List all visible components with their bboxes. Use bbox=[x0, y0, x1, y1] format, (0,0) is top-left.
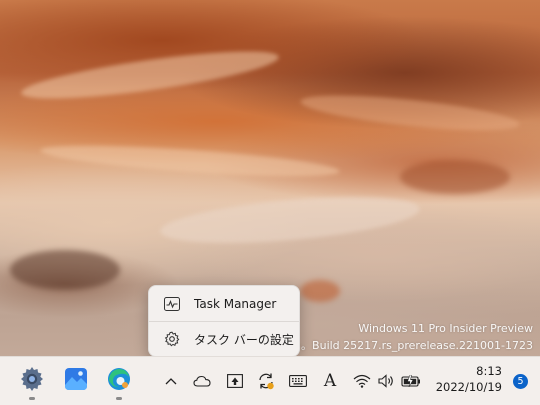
task-manager-icon bbox=[163, 295, 181, 313]
menu-item-label: タスク バーの設定 bbox=[194, 332, 294, 347]
menu-item-label: Task Manager bbox=[194, 297, 277, 311]
taskbar-app-settings[interactable] bbox=[16, 365, 48, 400]
taskbar: A 8:13 2022/10/19 5 bbox=[0, 356, 540, 405]
menu-item-task-manager[interactable]: Task Manager bbox=[153, 289, 295, 319]
keyboard-icon[interactable] bbox=[287, 371, 309, 391]
wifi-icon[interactable] bbox=[351, 371, 373, 391]
sync-icon[interactable] bbox=[255, 371, 277, 391]
notification-badge[interactable]: 5 bbox=[513, 374, 528, 389]
edge-icon bbox=[106, 366, 132, 396]
taskbar-app-photos[interactable] bbox=[60, 365, 92, 397]
settings-gear-icon bbox=[19, 366, 45, 396]
ime-a-icon[interactable]: A bbox=[319, 371, 341, 391]
taskbar-context-menu: Task Manager タスク バーの設定 bbox=[148, 285, 300, 357]
taskbar-app-edge[interactable] bbox=[103, 365, 135, 400]
ime-mode-label: A bbox=[323, 371, 337, 391]
menu-separator bbox=[149, 321, 299, 322]
onedrive-cloud-icon[interactable] bbox=[191, 371, 213, 391]
clock-date: 2022/10/19 bbox=[435, 380, 502, 394]
chevron-up-icon[interactable] bbox=[160, 371, 182, 391]
clock[interactable]: 8:13 2022/10/19 bbox=[436, 363, 502, 395]
clock-time: 8:13 bbox=[476, 364, 502, 378]
running-indicator bbox=[29, 397, 35, 400]
battery-icon[interactable] bbox=[400, 371, 422, 391]
upload-icon[interactable] bbox=[224, 371, 246, 391]
photos-icon bbox=[64, 367, 88, 395]
running-indicator bbox=[116, 397, 122, 400]
menu-item-taskbar-settings[interactable]: タスク バーの設定 bbox=[153, 324, 295, 354]
gear-icon bbox=[163, 330, 181, 348]
volume-icon[interactable] bbox=[376, 371, 398, 391]
